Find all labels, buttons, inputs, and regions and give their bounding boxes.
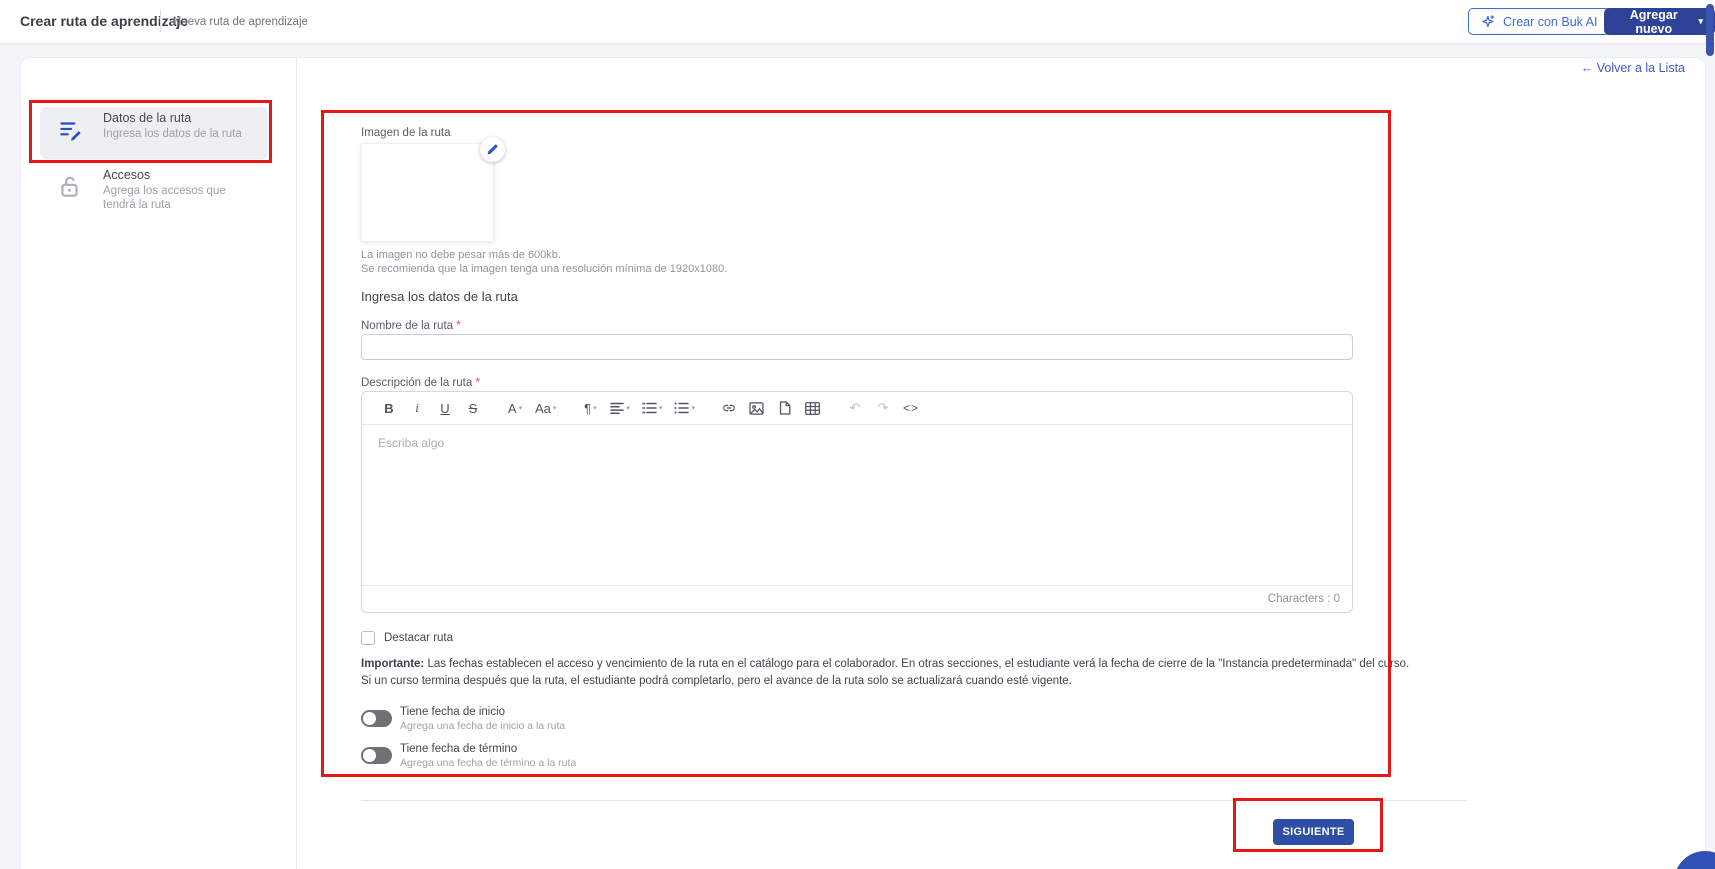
- highlight-route-checkbox-row[interactable]: Destacar ruta: [361, 631, 453, 645]
- editor-content-area[interactable]: [362, 425, 1352, 580]
- link-button[interactable]: [718, 396, 740, 420]
- sidebar-item-subtitle: Agrega los accesos que tendrá la ruta: [103, 184, 253, 212]
- toggle-off-icon[interactable]: [361, 747, 392, 764]
- page-title: Crear ruta de aprendizaje: [20, 13, 188, 29]
- add-new-label: Agregar nuevo: [1616, 8, 1691, 36]
- end-date-toggle-label: Tiene fecha de término: [400, 743, 517, 755]
- siguiente-button[interactable]: SIGUIENTE: [1273, 819, 1354, 845]
- scrollbar-thumb[interactable]: [1706, 4, 1714, 56]
- importante-note: Importante: Las fechas establecen el acc…: [361, 656, 1409, 690]
- route-name-input[interactable]: [361, 334, 1353, 360]
- section-heading: Ingresa los datos de la ruta: [361, 289, 518, 304]
- strikethrough-button[interactable]: S: [462, 396, 484, 420]
- page: Crear ruta de aprendizaje Nueva ruta de …: [0, 0, 1715, 869]
- italic-button[interactable]: i: [406, 396, 428, 420]
- importante-line2: Si un curso termina después que la ruta,…: [361, 673, 1409, 690]
- scrollbar-track[interactable]: [1705, 0, 1715, 869]
- sidebar-item-accesos[interactable]: Accesos: [103, 168, 150, 182]
- character-count: Characters : 0: [1268, 593, 1340, 605]
- ordered-list-button[interactable]: ▾: [639, 396, 666, 420]
- checkbox-icon[interactable]: [361, 631, 375, 645]
- toggle-knob: [363, 712, 376, 725]
- toggle-off-icon[interactable]: [361, 710, 392, 727]
- image-button[interactable]: [746, 396, 768, 420]
- importante-bold: Importante:: [361, 658, 424, 670]
- align-button[interactable]: ▾: [607, 396, 633, 420]
- footer-divider: [361, 800, 1467, 801]
- image-help-text: La imagen no debe pesar más de 600kb.: [361, 249, 561, 261]
- edit-image-button[interactable]: [480, 137, 505, 162]
- sidebar-item-subtitle: Ingresa los datos de la ruta: [103, 127, 242, 141]
- importante-line1: Las fechas establecen el acceso y vencim…: [424, 658, 1409, 670]
- sparkle-icon: [1481, 14, 1496, 29]
- name-label: Nombre de la ruta *: [361, 320, 461, 332]
- end-date-toggle-subtitle: Agrega una fecha de término a la ruta: [400, 757, 576, 769]
- highlight-route-label: Destacar ruta: [384, 632, 453, 644]
- chevron-down-icon: ▾: [1698, 17, 1703, 26]
- title-divider: [160, 10, 161, 32]
- description-editor: B i U S A▾ Aa▾ ¶▾ ▾ ▾ ▾: [361, 391, 1353, 613]
- image-label: Imagen de la ruta: [361, 127, 451, 139]
- font-size-button[interactable]: Aa▾: [532, 396, 559, 420]
- editor-toolbar: B i U S A▾ Aa▾ ¶▾ ▾ ▾ ▾: [362, 392, 1352, 425]
- editor-placeholder: Escriba algo: [378, 436, 444, 450]
- add-new-button[interactable]: Agregar nuevo ▾: [1604, 8, 1715, 35]
- table-button[interactable]: [802, 396, 824, 420]
- start-date-toggle-subtitle: Agrega una fecha de inicio a la ruta: [400, 720, 565, 732]
- top-bar: Crear ruta de aprendizaje Nueva ruta de …: [0, 0, 1715, 44]
- back-to-list-link[interactable]: ← Volver a la Lista: [1575, 61, 1685, 75]
- undo-button[interactable]: ↶: [844, 396, 866, 420]
- code-view-button[interactable]: <>: [900, 396, 922, 420]
- sidebar-divider: [296, 58, 297, 869]
- file-button[interactable]: [774, 396, 796, 420]
- arrow-left-icon: ←: [1581, 61, 1594, 75]
- font-color-button[interactable]: A▾: [504, 396, 526, 420]
- unlock-icon: [57, 174, 83, 200]
- toggle-knob: [363, 749, 376, 762]
- pencil-icon: [486, 143, 499, 156]
- redo-button[interactable]: ↷: [872, 396, 894, 420]
- required-asterisk: *: [475, 377, 479, 389]
- description-label: Descripción de la ruta *: [361, 377, 480, 389]
- edit-list-icon: [57, 117, 83, 143]
- start-date-toggle-label: Tiene fecha de inicio: [400, 706, 505, 718]
- sidebar-item-title[interactable]: Datos de la ruta: [103, 111, 191, 125]
- breadcrumb: Nueva ruta de aprendizaje: [173, 16, 308, 28]
- underline-button[interactable]: U: [434, 396, 456, 420]
- editor-footer: Characters : 0: [362, 585, 1352, 612]
- image-upload-box[interactable]: [361, 143, 494, 242]
- back-to-list-label: Volver a la Lista: [1597, 61, 1685, 75]
- paragraph-style-button[interactable]: ¶▾: [579, 396, 601, 420]
- bold-button[interactable]: B: [378, 396, 400, 420]
- create-with-buk-ai-label: Crear con Buk AI: [1503, 15, 1598, 29]
- bullet-list-button[interactable]: ▾: [671, 396, 698, 420]
- required-asterisk: *: [456, 320, 460, 332]
- create-with-buk-ai-button[interactable]: Crear con Buk AI: [1468, 8, 1611, 35]
- image-help-text: Se recomienda que la imagen tenga una re…: [361, 263, 727, 275]
